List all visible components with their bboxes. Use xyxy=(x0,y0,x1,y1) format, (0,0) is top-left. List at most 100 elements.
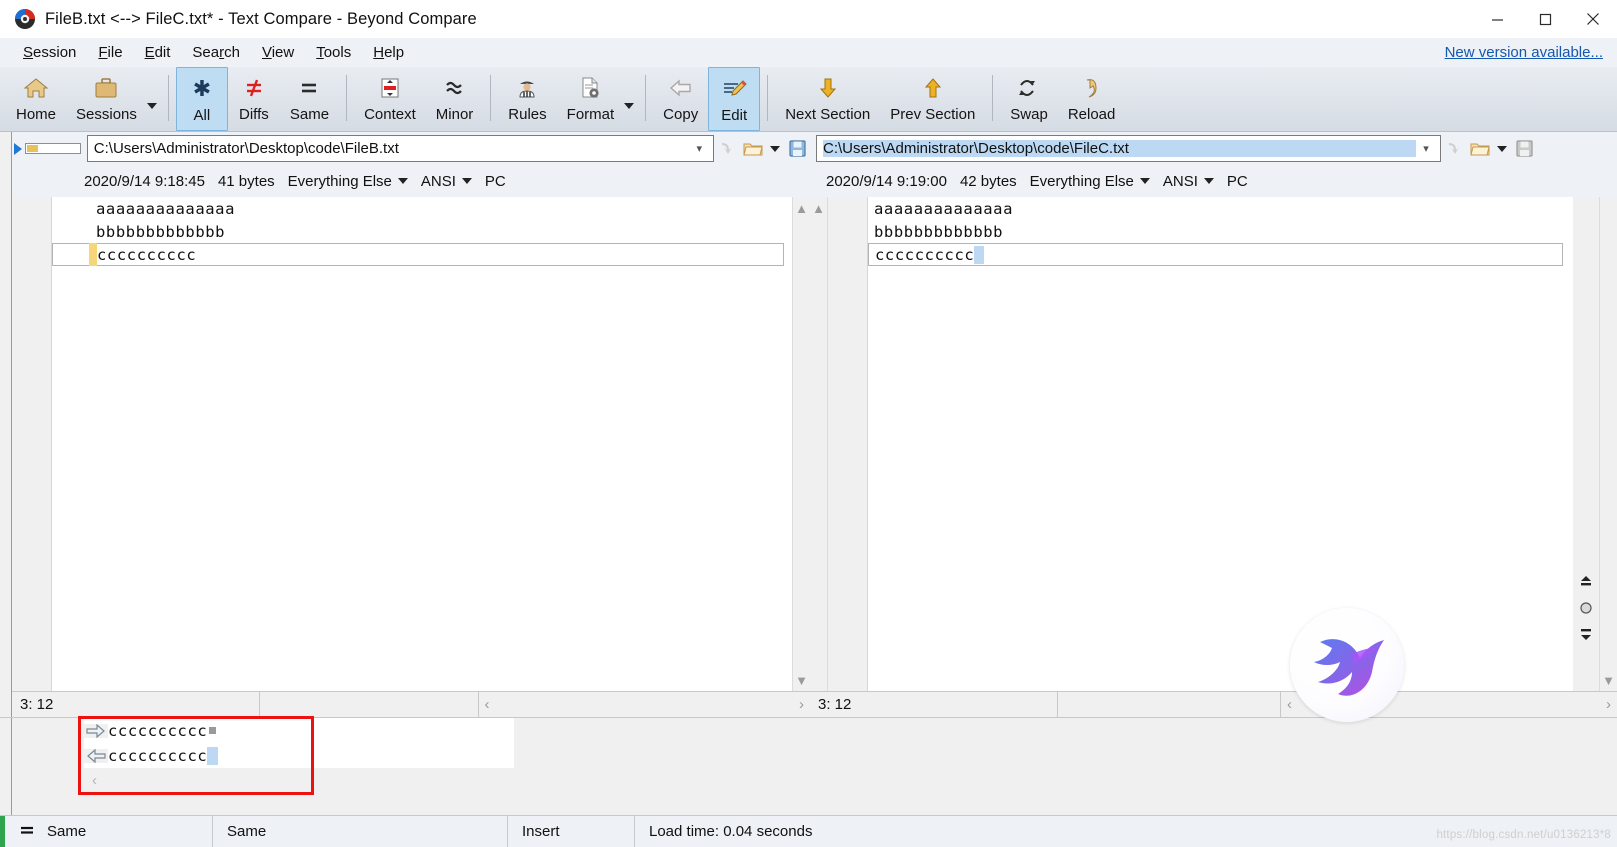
arrow-left-icon[interactable] xyxy=(84,748,108,763)
right-save-icon[interactable] xyxy=(1511,135,1537,163)
left-vertical-scrollbar[interactable]: ▲ ▼ xyxy=(792,197,810,691)
right-horizontal-scrollbar[interactable]: ‹ › xyxy=(1281,691,1617,718)
right-line-3[interactable]: cccccccccc xyxy=(868,243,1563,266)
right-encoding-caret-icon[interactable] xyxy=(1203,178,1214,184)
toolbar-home-button[interactable]: Home xyxy=(6,67,66,131)
close-button[interactable] xyxy=(1569,0,1617,38)
watermark-credit: https://blog.csdn.net/u0136213*8 xyxy=(1436,829,1611,841)
left-ruleset-caret-icon[interactable] xyxy=(397,178,408,184)
toolbar-all-button[interactable]: ✱ All xyxy=(175,67,228,131)
toolbar-context-button[interactable]: Context xyxy=(354,67,426,131)
right-vertical-scrollbar[interactable]: ▼ xyxy=(1599,197,1617,691)
scroll-to-top-icon[interactable] xyxy=(1573,569,1599,595)
menu-tools[interactable]: Tools xyxy=(305,42,362,63)
left-rail-strip xyxy=(0,197,12,717)
menu-help[interactable]: Help xyxy=(362,42,415,63)
toolbar-swap-label: Swap xyxy=(1010,106,1048,123)
right-nav-column xyxy=(1573,197,1599,691)
left-encoding-caret-icon[interactable] xyxy=(461,178,472,184)
toolbar-copy-button[interactable]: Copy xyxy=(653,67,708,131)
right-text-area[interactable]: aaaaaaaaaaaaaa bbbbbbbbbbbbb cccccccccc xyxy=(868,197,1573,691)
left-horizontal-scrollbar[interactable]: ‹ › xyxy=(478,691,810,718)
right-scroll-up-col[interactable]: ▲ xyxy=(810,197,828,691)
left-line-1[interactable]: aaaaaaaaaaaaaa xyxy=(52,197,792,220)
menu-view[interactable]: View xyxy=(251,42,305,63)
right-compare-status-text: Same xyxy=(227,823,267,840)
chevron-down-icon[interactable]: ▾ xyxy=(689,142,709,155)
toolbar-diffs-button[interactable]: Diffs xyxy=(228,67,280,131)
right-ruleset-caret-icon[interactable] xyxy=(1139,178,1150,184)
right-path-area: C:\Users\Administrator\Desktop\code\File… xyxy=(810,132,1617,165)
menu-edit[interactable]: Edit xyxy=(134,42,182,63)
toolbar-same-button[interactable]: Same xyxy=(280,67,339,131)
right-scroll-down-icon[interactable]: ▼ xyxy=(1602,669,1615,691)
toolbar-swap-button[interactable]: Swap xyxy=(1000,67,1058,131)
diff-detail-row-1-text: cccccccccc xyxy=(108,721,208,740)
pencil-edit-icon xyxy=(719,74,749,104)
toolbar-rules-button[interactable]: Rules xyxy=(498,67,556,131)
left-scroll-up-icon[interactable]: ▲ xyxy=(795,197,808,219)
asterisk-icon: ✱ xyxy=(189,74,215,104)
format-dropdown-caret[interactable] xyxy=(624,67,638,131)
right-path-field[interactable]: C:\Users\Administrator\Desktop\code\File… xyxy=(816,135,1441,162)
menu-search[interactable]: Search xyxy=(181,42,251,63)
arrow-left-copy-icon xyxy=(666,73,696,103)
maximize-button[interactable] xyxy=(1521,0,1569,38)
left-hscroll-right-icon[interactable]: › xyxy=(799,696,804,713)
arrow-right-icon[interactable] xyxy=(84,723,108,738)
toolbar-reload-button[interactable]: Reload xyxy=(1058,67,1126,131)
scroll-to-bottom-icon[interactable] xyxy=(1573,621,1599,647)
context-lines-icon xyxy=(377,73,403,103)
toolbar-format-label: Format xyxy=(566,106,615,123)
sessions-dropdown-caret[interactable] xyxy=(146,67,161,131)
left-file-encoding[interactable]: ANSI xyxy=(421,173,456,190)
new-version-link[interactable]: New version available... xyxy=(1445,44,1603,61)
minimize-button[interactable] xyxy=(1473,0,1521,38)
right-file-ruleset[interactable]: Everything Else xyxy=(1030,173,1134,190)
left-browse-dropdown-caret[interactable] xyxy=(770,145,781,152)
right-scroll-up-icon[interactable]: ▲ xyxy=(812,197,825,219)
right-compare-status: Same xyxy=(213,815,508,847)
left-save-icon[interactable] xyxy=(784,135,810,163)
menu-file[interactable]: File xyxy=(87,42,133,63)
right-hscroll-right-icon[interactable]: › xyxy=(1606,696,1611,713)
left-line-2[interactable]: bbbbbbbbbbbbb xyxy=(52,220,792,243)
edit-mode-status: Insert xyxy=(508,815,635,847)
right-browse-folder-icon[interactable] xyxy=(1467,135,1493,163)
toolbar-separator xyxy=(490,75,492,121)
toolbar-format-button[interactable]: Format xyxy=(557,67,625,131)
diff-detail-row-2[interactable]: cccccccccc xyxy=(84,743,514,768)
left-hscroll-left-icon[interactable]: ‹ xyxy=(485,696,490,713)
toolbar-context-label: Context xyxy=(364,106,416,123)
left-line-3[interactable]: cccccccccc xyxy=(52,243,784,266)
right-file-encoding[interactable]: ANSI xyxy=(1163,173,1198,190)
diff-detail-hscroll[interactable]: ‹ xyxy=(84,768,514,793)
chevron-left-icon[interactable]: ‹ xyxy=(92,772,97,789)
menu-bar: Session File Edit Search View Tools Help… xyxy=(0,38,1617,67)
diff-detail-panel: cccccccccc cccccccccc ‹ xyxy=(0,716,1617,815)
left-rail-bottom xyxy=(0,718,12,815)
left-path-area: C:\Users\Administrator\Desktop\code\File… xyxy=(12,132,810,165)
left-browse-folder-icon[interactable] xyxy=(740,135,766,163)
left-path-field[interactable]: C:\Users\Administrator\Desktop\code\File… xyxy=(86,135,715,162)
right-hscroll-left-icon[interactable]: ‹ xyxy=(1287,696,1292,713)
toolbar-next-section-button[interactable]: Next Section xyxy=(775,67,880,131)
left-scroll-down-icon[interactable]: ▼ xyxy=(795,669,808,691)
left-refresh-icon[interactable] xyxy=(714,135,740,163)
left-diff-map[interactable] xyxy=(25,143,81,154)
right-browse-dropdown-caret[interactable] xyxy=(1497,145,1507,152)
left-file-timestamp: 2020/9/14 9:18:45 xyxy=(84,172,205,190)
toolbar-edit-button[interactable]: Edit xyxy=(708,67,761,131)
left-text-area[interactable]: aaaaaaaaaaaaaa bbbbbbbbbbbbb cccccccccc xyxy=(52,197,792,691)
menu-session[interactable]: Session xyxy=(12,42,87,63)
right-line-2[interactable]: bbbbbbbbbbbbb xyxy=(868,220,1573,243)
toolbar-prev-section-button[interactable]: Prev Section xyxy=(880,67,985,131)
right-line-1[interactable]: aaaaaaaaaaaaaa xyxy=(868,197,1573,220)
center-dot-icon[interactable] xyxy=(1573,595,1599,621)
chevron-down-icon[interactable]: ▾ xyxy=(1416,142,1436,155)
left-file-ruleset[interactable]: Everything Else xyxy=(288,173,392,190)
toolbar-minor-button[interactable]: Minor xyxy=(426,67,484,131)
right-refresh-icon[interactable] xyxy=(1441,135,1467,163)
diff-detail-row-1[interactable]: cccccccccc xyxy=(84,718,514,743)
toolbar-sessions-button[interactable]: Sessions xyxy=(66,67,147,131)
